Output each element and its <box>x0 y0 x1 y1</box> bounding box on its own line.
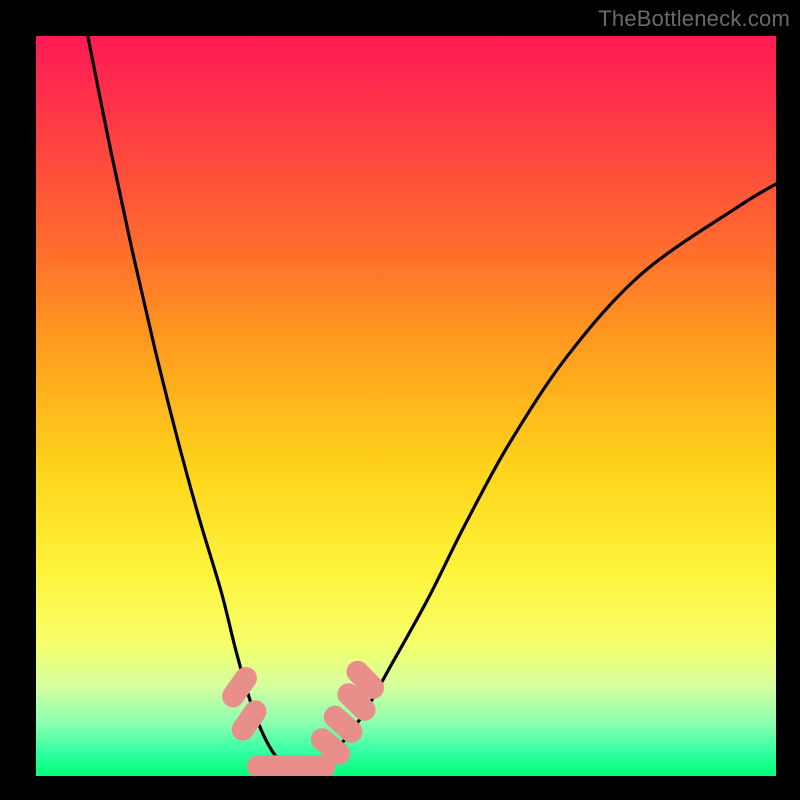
outer-frame: TheBottleneck.com <box>0 0 800 800</box>
plot-area <box>36 36 776 776</box>
watermark-text: TheBottleneck.com <box>598 6 790 32</box>
marker-layer <box>218 656 389 776</box>
chart-svg <box>36 36 776 776</box>
curve-layer <box>88 36 776 770</box>
bottleneck-curve <box>88 36 776 770</box>
